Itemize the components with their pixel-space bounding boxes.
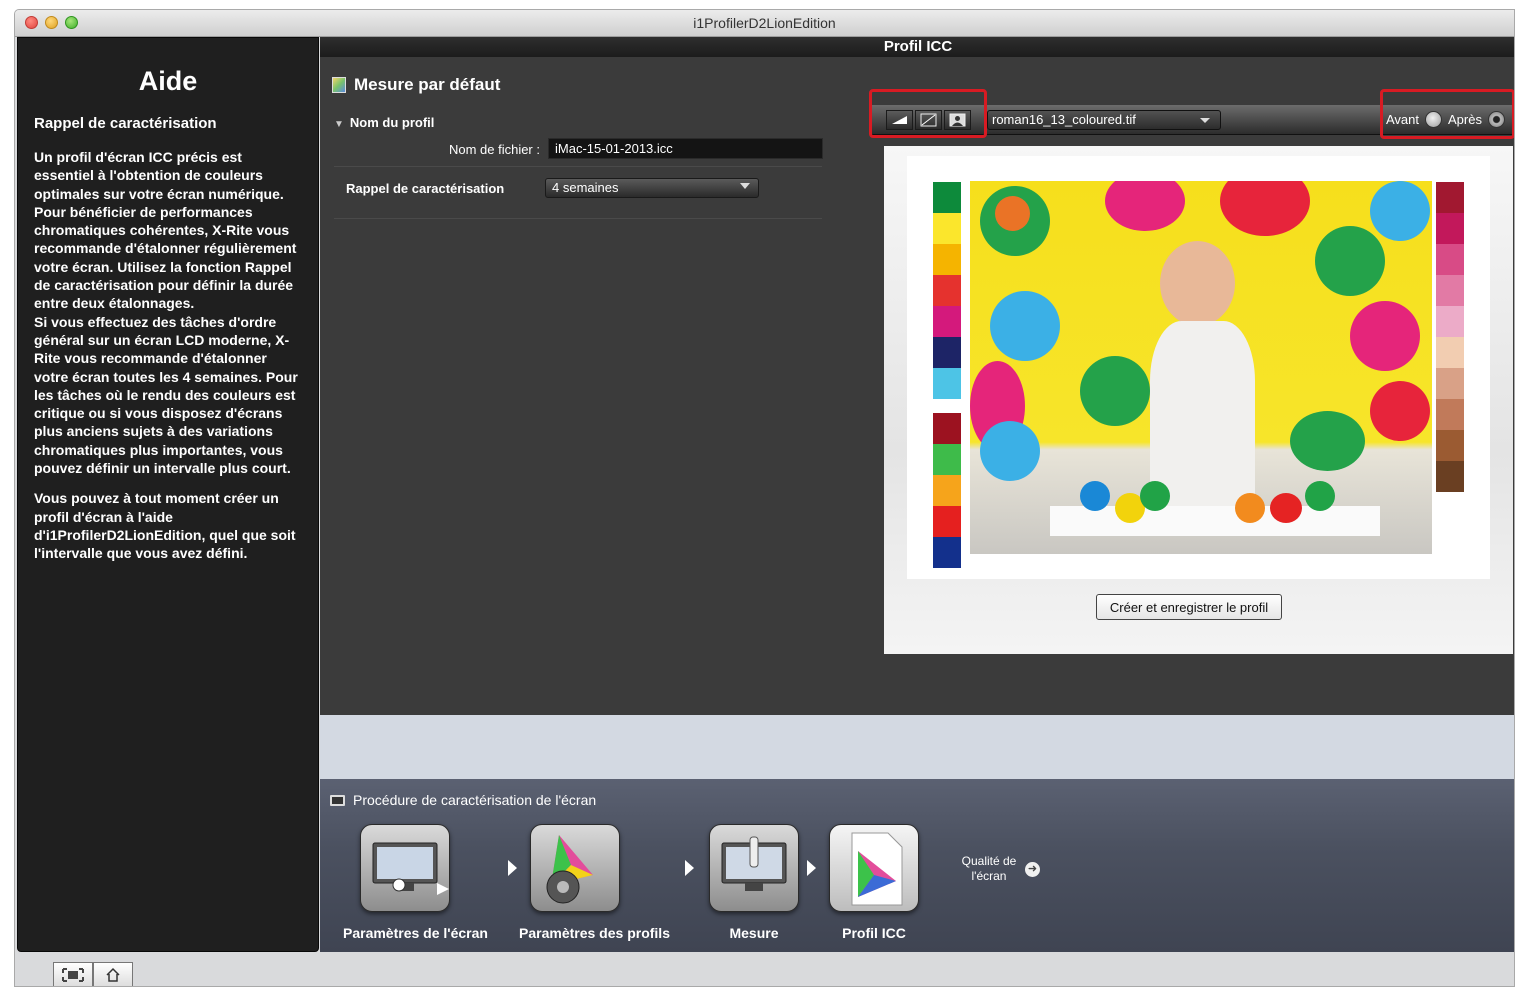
color-swatch xyxy=(933,506,961,537)
help-title: Aide xyxy=(138,66,198,96)
reminder-select[interactable]: 4 semaines xyxy=(545,178,759,198)
help-panel: Aide Rappel de caractérisation Un profil… xyxy=(17,37,319,952)
color-swatch xyxy=(933,337,961,368)
color-swatch xyxy=(933,413,961,444)
color-swatch xyxy=(1436,306,1464,337)
color-swatch xyxy=(1436,182,1464,213)
section-title: Mesure par défaut xyxy=(354,75,501,94)
main-panel: Profil ICC Mesure par défaut ▼ Nom du pro… xyxy=(320,37,1514,715)
profile-document-icon xyxy=(332,77,346,93)
divider xyxy=(334,218,822,219)
help-paragraph-3: Vous pouvez à tout moment créer un profi… xyxy=(34,490,296,562)
image-file-select[interactable]: roman16_13_coloured.tif xyxy=(987,110,1221,130)
home-button[interactable] xyxy=(93,962,133,986)
color-swatch xyxy=(1436,275,1464,306)
image-file-name: roman16_13_coloured.tif xyxy=(992,112,1136,127)
chevron-down-icon xyxy=(1200,118,1210,123)
color-swatch xyxy=(933,275,961,306)
monitor-icon xyxy=(330,794,345,806)
color-swatch xyxy=(933,444,961,475)
color-swatch xyxy=(1436,430,1464,461)
highlight-box xyxy=(869,89,987,138)
workflow-header: Procédure de caractérisation de l'écran xyxy=(330,792,596,808)
preview-image-frame xyxy=(907,156,1490,579)
reminder-select-value: 4 semaines xyxy=(552,180,619,195)
step-label-profile-settings: Paramètres des profils xyxy=(519,925,670,941)
color-swatch xyxy=(933,537,961,568)
help-paragraph-2: Si vous effectuez des tâches d'ordre gén… xyxy=(34,313,298,477)
step-label-icc-profile: Profil ICC xyxy=(842,925,906,941)
color-swatch xyxy=(1436,461,1464,492)
profile-settings-icon xyxy=(546,835,593,904)
step-measure-button[interactable] xyxy=(709,824,799,912)
preview-panel: Créer et enregistrer le profil xyxy=(884,146,1513,654)
color-swatch xyxy=(1436,399,1464,430)
spacer-band xyxy=(320,715,1514,779)
file-name-label: Nom de fichier : xyxy=(448,142,540,157)
window-title: i1ProfilerD2LionEdition xyxy=(693,15,836,31)
step-label-display-settings: Paramètres de l'écran xyxy=(343,925,488,941)
workflow-title: Procédure de caractérisation de l'écran xyxy=(353,792,597,808)
color-swatch xyxy=(933,213,961,244)
color-swatch xyxy=(1436,244,1464,275)
step-display-settings-button[interactable] xyxy=(360,824,450,912)
help-paragraph-1: Un profil d'écran ICC précis est essenti… xyxy=(34,149,297,312)
step-arrow-icon xyxy=(508,860,517,876)
page-title: Profil ICC xyxy=(320,37,1514,57)
color-swatch xyxy=(933,475,961,506)
profile-name-disclosure[interactable]: ▼ Nom du profil xyxy=(334,115,434,130)
title-bar: i1ProfilerD2LionEdition xyxy=(15,10,1514,37)
help-subtitle: Rappel de caractérisation xyxy=(34,115,217,132)
fullscreen-icon xyxy=(62,968,84,982)
color-swatches-right xyxy=(1436,182,1464,492)
divider xyxy=(334,166,822,167)
color-swatch xyxy=(933,368,961,399)
bottom-bar xyxy=(15,955,1514,986)
app-window: i1ProfilerD2LionEdition Aide Rappel de c… xyxy=(14,9,1515,987)
color-swatch xyxy=(933,244,961,275)
profile-name-header: Nom du profil xyxy=(349,115,435,130)
step-label-measure: Mesure xyxy=(729,925,779,941)
highlight-box xyxy=(1380,89,1514,139)
color-swatch xyxy=(933,306,961,337)
color-swatch xyxy=(1436,337,1464,368)
step-arrow-icon xyxy=(807,860,816,876)
step-icc-profile-button[interactable] xyxy=(829,824,919,912)
fullscreen-button[interactable] xyxy=(53,962,93,986)
measurement-icon xyxy=(721,836,787,891)
color-swatch xyxy=(1436,368,1464,399)
section-header: Mesure par défaut xyxy=(332,75,500,95)
workflow-panel: Procédure de caractérisation de l'écran xyxy=(320,779,1514,952)
icc-profile-icon xyxy=(851,832,903,906)
display-quality-link[interactable]: Qualité de l'écran xyxy=(956,854,1022,884)
disclosure-triangle-icon: ▼ xyxy=(334,119,344,130)
color-swatch xyxy=(933,182,961,213)
color-swatch xyxy=(1436,213,1464,244)
preview-photo xyxy=(970,181,1432,554)
step-profile-settings-button[interactable] xyxy=(530,824,620,912)
display-settings-icon xyxy=(372,842,449,895)
reminder-label: Rappel de caractérisation xyxy=(346,181,505,196)
chevron-down-icon xyxy=(740,183,750,189)
step-arrow-icon xyxy=(685,860,694,876)
file-name-field[interactable]: iMac-15-01-2013.icc xyxy=(548,138,823,159)
home-icon xyxy=(106,967,120,982)
color-swatches-left xyxy=(933,182,961,568)
arrow-right-circle-icon[interactable]: ➜ xyxy=(1025,862,1040,877)
create-save-profile-button[interactable]: Créer et enregistrer le profil xyxy=(1096,594,1282,620)
